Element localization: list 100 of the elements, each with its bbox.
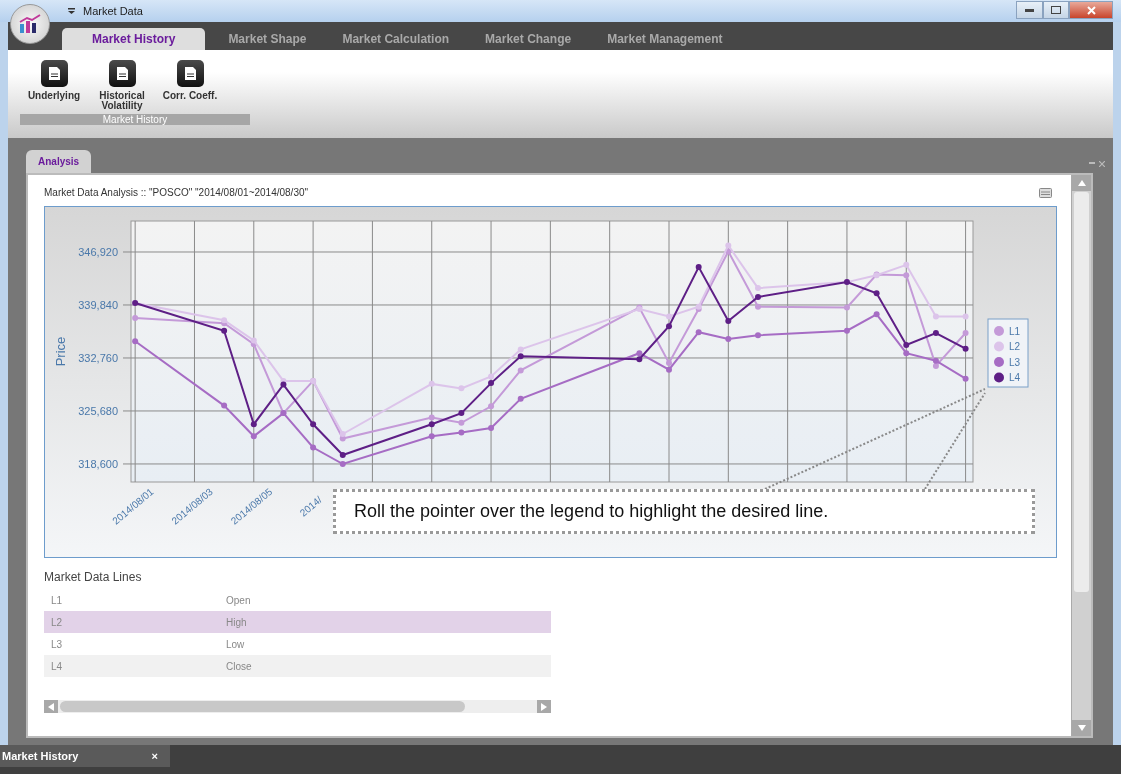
group-label: Market History [20,114,250,125]
chart-icon [18,14,42,34]
data-point [488,425,495,432]
close-tab-button[interactable]: × [151,747,158,765]
data-point [458,410,465,417]
minimize-button[interactable] [1016,1,1043,19]
scrollbar-thumb[interactable] [60,701,465,712]
data-point [932,330,939,336]
data-point [843,304,850,311]
data-point [725,318,732,324]
tab-label: Market History [2,748,79,764]
data-point [962,345,969,352]
legend-label[interactable]: L4 [1009,372,1021,383]
ribbon-tab[interactable]: Market Change [472,28,585,50]
table-cell-text: Low [226,637,245,652]
window-title: Market Data [83,3,143,19]
document-icon [176,60,204,87]
left-arrow-icon[interactable] [48,702,54,711]
analysis-title: Market Data Analysis :: "POSCO" "2014/08/01~2014/08/30" [44,186,309,200]
data-point [250,433,257,440]
data-point [458,419,465,426]
y-axis-label: 325,680 [78,404,118,417]
data-point [695,329,702,336]
legend-label[interactable]: L2 [1009,341,1021,352]
taskbar-tab[interactable]: Market History × [0,745,170,767]
scrollbar-thumb[interactable] [1074,192,1089,592]
legend-marker[interactable] [994,357,1004,367]
data-point [755,332,761,339]
y-axis-label: 332,760 [78,351,118,364]
tooltip-callout: Roll the pointer over the legend to highlight the desired line. [333,489,1035,534]
ribbon-button[interactable]: Corr. Coeff. [156,60,224,111]
document-icon [40,60,68,87]
close-icon[interactable] [1099,161,1105,167]
data-point [695,264,702,271]
data-point [903,350,910,357]
table-cell-text: Open [226,593,251,608]
y-axis-label: 339,840 [78,299,118,311]
pin-icon[interactable] [1089,162,1095,165]
legend-marker[interactable] [994,372,1004,383]
up-arrow-icon[interactable] [1077,180,1086,186]
data-point [310,444,317,451]
ribbon-tab[interactable]: Market Shape [215,28,320,50]
data-point [962,330,969,336]
table-cell-text: Close [226,659,252,674]
legend-marker[interactable] [994,341,1004,352]
ribbon-tab[interactable]: Market History [62,28,206,50]
application-button[interactable] [10,4,50,44]
data-point [132,315,139,321]
table-title: Market Data Lines [44,569,143,586]
maximize-icon [1051,6,1061,14]
legend-label[interactable]: L1 [1009,325,1021,337]
menu-icon[interactable] [1039,187,1052,198]
data-point [428,433,435,440]
legend-marker[interactable] [994,326,1004,336]
data-point [903,341,910,348]
table-cell-text: L1 [50,593,64,608]
ribbon-tab[interactable]: Market Calculation [329,28,463,50]
data-point [250,421,257,428]
data-point [666,323,672,330]
y-axis-title: Price [53,336,68,367]
close-icon [1086,5,1096,15]
data-point [755,294,761,301]
data-point [339,452,346,458]
vertical-scrollbar[interactable] [1071,175,1091,736]
document-tab[interactable]: Analysis [26,150,92,173]
table-row[interactable]: L2 High [44,611,551,633]
data-point [932,313,939,320]
ribbon-tab[interactable]: Market Management [594,28,736,50]
data-point [903,272,910,279]
down-arrow-icon[interactable] [1077,725,1086,731]
data-point [458,385,465,392]
data-point [517,367,524,374]
y-axis-label: 318,600 [78,457,118,470]
quick-access-icon[interactable] [68,8,75,14]
data-point [458,429,465,436]
table-cell-text: L3 [50,637,64,652]
data-point [755,303,761,310]
minimize-icon [1025,8,1034,12]
data-point [755,285,761,292]
ribbon-button[interactable]: Historical Volatility [88,60,156,111]
legend-label[interactable]: L3 [1009,356,1021,368]
data-point [517,395,524,402]
table-row[interactable]: L1 Open [44,589,551,611]
data-point [873,311,880,318]
table-row[interactable]: L3 Low [44,633,551,655]
horizontal-scrollbar[interactable] [44,700,551,713]
data-point [666,313,672,320]
right-arrow-icon[interactable] [541,702,547,711]
data-point [843,327,850,334]
document-icon [108,60,136,87]
table-cell-text: L2 [50,615,64,630]
close-button[interactable] [1069,1,1113,19]
data-point [962,313,969,320]
ribbon-button[interactable]: Underlying [20,60,88,111]
data-point [903,261,910,268]
maximize-button[interactable] [1043,1,1069,19]
data-point [221,402,228,409]
data-point [428,380,435,387]
data-point [725,335,732,342]
table-row[interactable]: L4 Close [44,655,551,677]
